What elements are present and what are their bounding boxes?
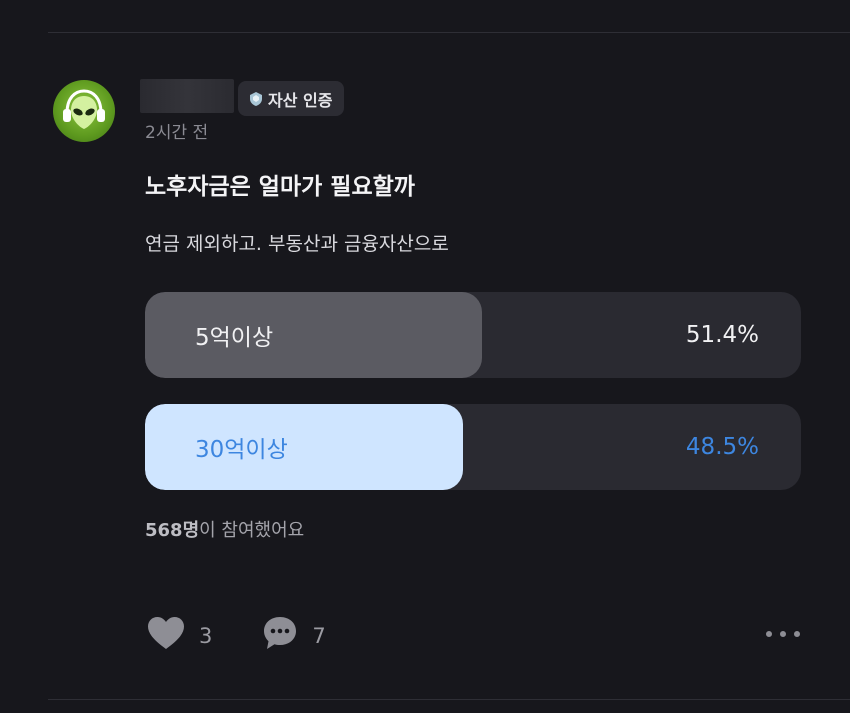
poll-option-2-fill	[145, 404, 464, 490]
like-count: 3	[199, 623, 213, 648]
poll-option-2[interactable]: 30억이상 48.5%	[145, 404, 801, 490]
asset-verified-badge: 자산 인증	[238, 81, 345, 116]
poll-option-1-percent: 51.4%	[685, 322, 759, 348]
comment-count: 7	[312, 623, 326, 648]
alien-avatar-icon	[63, 89, 105, 129]
poll-option-1[interactable]: 5억이상 51.4%	[145, 292, 801, 378]
post-time: 2시간 전	[145, 123, 209, 143]
badge-label: 자산 인증	[268, 90, 333, 110]
participants-suffix: 이 참여했어요	[199, 520, 305, 541]
participants-count: 568명	[145, 520, 200, 541]
like-button[interactable]: 3	[147, 616, 212, 655]
poll-option-2-label: 30억이상	[195, 437, 288, 463]
shield-icon	[248, 91, 264, 107]
more-dot	[780, 631, 786, 637]
post-title: 노후자금은 얼마가 필요할까	[145, 174, 415, 200]
username-blurred[interactable]	[140, 79, 234, 113]
poll-participants: 568명이 참여했어요	[145, 516, 304, 542]
chat-bubble-icon	[262, 615, 298, 656]
more-dot	[794, 631, 800, 637]
top-divider	[48, 32, 850, 33]
comment-button[interactable]: 7	[262, 615, 326, 656]
bottom-divider	[48, 699, 850, 700]
poll-option-1-label: 5억이상	[195, 325, 274, 351]
post-body: 연금 제외하고. 부동산과 금융자산으로	[145, 233, 449, 255]
more-options-icon[interactable]	[766, 624, 800, 644]
post-actions: 3 7	[147, 615, 326, 656]
avatar[interactable]	[53, 80, 115, 142]
more-dot	[766, 631, 772, 637]
heart-icon	[147, 616, 185, 655]
poll-option-2-percent: 48.5%	[685, 434, 759, 460]
